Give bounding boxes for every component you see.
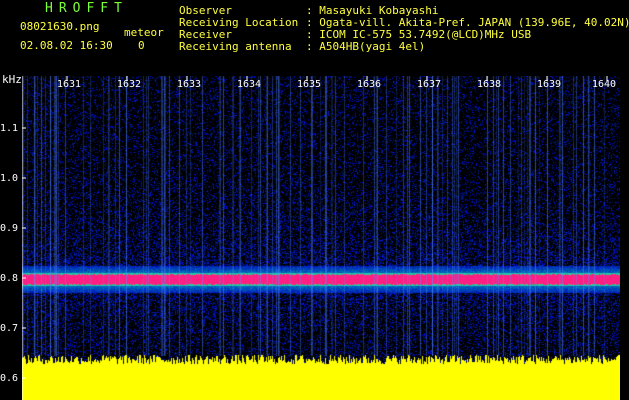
- antenna-label: Receiving antenna: [179, 40, 292, 53]
- x-tick-label: 1639: [537, 79, 562, 90]
- x-tick-label: 1638: [477, 79, 502, 90]
- meteor-label: meteor: [124, 26, 164, 39]
- y-tick-label: 0.8: [0, 273, 19, 284]
- x-tick-label: 1633: [177, 79, 202, 90]
- spectrogram-plot: [22, 76, 620, 400]
- hrofft-screen: HROFFT 08021630.png meteor 02.08.02 16:3…: [0, 0, 629, 400]
- file-name: 08021630.png: [20, 20, 100, 33]
- x-tick-label: 1635: [297, 79, 322, 90]
- y-tick-label: 0.6: [0, 373, 19, 384]
- observation-datetime: 02.08.02 16:30: [20, 39, 113, 52]
- meteor-count: 0: [138, 39, 145, 52]
- x-tick-label: 1634: [237, 79, 262, 90]
- antenna-value: : A504HB(yagi 4el): [306, 40, 426, 53]
- x-tick-label: 1636: [357, 79, 382, 90]
- y-tick-label: 0.9: [0, 223, 19, 234]
- x-tick-label: 1632: [117, 79, 142, 90]
- app-brand: HROFFT: [45, 1, 128, 16]
- frequency-unit-label: kHz: [2, 73, 22, 86]
- x-tick-label: 1640: [592, 79, 617, 90]
- spectrogram-canvas: [22, 76, 620, 400]
- y-tick-label: 0.7: [0, 323, 19, 334]
- y-tick-label: 1.0: [0, 173, 19, 184]
- x-tick-label: 1637: [417, 79, 442, 90]
- y-tick-label: 1.1: [0, 123, 19, 134]
- x-tick-label: 1631: [57, 79, 82, 90]
